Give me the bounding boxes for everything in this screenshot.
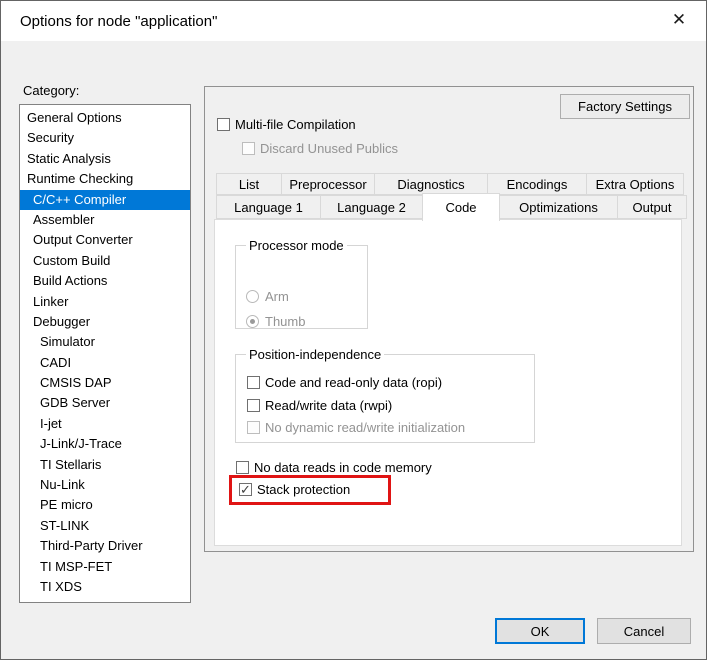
cancel-button[interactable]: Cancel bbox=[597, 618, 691, 644]
ok-button-label: OK bbox=[531, 624, 550, 639]
tab[interactable]: Code bbox=[422, 193, 500, 221]
category-label: Category: bbox=[23, 83, 79, 98]
options-dialog: Options for node "application" ✕ Categor… bbox=[0, 0, 707, 660]
category-list-item[interactable]: TI Stellaris bbox=[20, 455, 190, 475]
stack-protection-label: Stack protection bbox=[257, 482, 350, 497]
radio-icon bbox=[246, 290, 259, 303]
tab[interactable]: Extra Options bbox=[586, 173, 684, 195]
category-list-item[interactable]: Nu-Link bbox=[20, 475, 190, 495]
position-independence-group-label: Position-independence bbox=[246, 347, 384, 362]
no-data-reads-checkbox[interactable]: No data reads in code memory bbox=[236, 459, 432, 475]
factory-settings-button[interactable]: Factory Settings bbox=[560, 94, 690, 119]
radio-label: Thumb bbox=[265, 314, 305, 329]
no-data-reads-label: No data reads in code memory bbox=[254, 460, 432, 475]
checkbox-icon[interactable] bbox=[239, 483, 252, 496]
checkbox-icon[interactable] bbox=[236, 461, 249, 474]
category-list-item[interactable]: General Options bbox=[20, 108, 190, 128]
title-bar: Options for node "application" ✕ bbox=[1, 1, 706, 41]
processor-mode-group-label: Processor mode bbox=[246, 238, 347, 253]
position-independence-checkbox[interactable]: No dynamic read/write initialization bbox=[247, 419, 465, 435]
checkbox-label: Read/write data (rwpi) bbox=[265, 398, 392, 413]
category-listbox[interactable]: General OptionsSecurityStatic AnalysisRu… bbox=[19, 104, 191, 603]
tab-row-2: Language 1Language 2CodeOptimizationsOut… bbox=[216, 195, 687, 219]
category-list-item[interactable]: Third-Party Driver bbox=[20, 536, 190, 556]
checkbox-icon bbox=[242, 142, 255, 155]
multi-file-compilation-checkbox[interactable]: Multi-file Compilation bbox=[217, 116, 356, 132]
discard-unused-publics-checkbox: Discard Unused Publics bbox=[242, 140, 398, 156]
ok-button[interactable]: OK bbox=[495, 618, 585, 644]
category-list-item[interactable]: Static Analysis bbox=[20, 149, 190, 169]
category-list-item[interactable]: Simulator bbox=[20, 332, 190, 352]
category-list-item[interactable]: CADI bbox=[20, 353, 190, 373]
tab[interactable]: Language 1 bbox=[216, 195, 321, 219]
category-list-item[interactable]: Runtime Checking bbox=[20, 169, 190, 189]
checkbox-icon[interactable] bbox=[247, 376, 260, 389]
category-list-item[interactable]: Linker bbox=[20, 292, 190, 312]
dialog-title: Options for node "application" bbox=[1, 13, 217, 30]
radio-label: Arm bbox=[265, 289, 289, 304]
category-list-item[interactable]: Debugger bbox=[20, 312, 190, 332]
tab[interactable]: List bbox=[216, 173, 282, 195]
category-list-item[interactable]: Output Converter bbox=[20, 230, 190, 250]
checkbox-label: No dynamic read/write initialization bbox=[265, 420, 465, 435]
position-independence-checkbox[interactable]: Code and read-only data (ropi) bbox=[247, 374, 442, 390]
position-independence-checkbox[interactable]: Read/write data (rwpi) bbox=[247, 397, 392, 413]
category-list-item[interactable]: C/C++ Compiler bbox=[20, 190, 190, 210]
tab[interactable]: Encodings bbox=[487, 173, 587, 195]
close-icon[interactable]: ✕ bbox=[660, 3, 698, 37]
category-list-item[interactable]: J-Link/J-Trace bbox=[20, 434, 190, 454]
stack-protection-checkbox[interactable]: Stack protection bbox=[239, 481, 350, 497]
category-list-item[interactable]: TI XDS bbox=[20, 577, 190, 597]
checkbox-icon[interactable] bbox=[247, 421, 260, 434]
multi-file-compilation-label: Multi-file Compilation bbox=[235, 117, 356, 132]
tab[interactable]: Output bbox=[617, 195, 687, 219]
tab[interactable]: Preprocessor bbox=[281, 173, 375, 195]
processor-mode-radio: Arm bbox=[246, 288, 289, 304]
category-list-item[interactable]: I-jet bbox=[20, 414, 190, 434]
discard-unused-publics-label: Discard Unused Publics bbox=[260, 141, 398, 156]
category-list-item[interactable]: PE micro bbox=[20, 495, 190, 515]
checkbox-icon[interactable] bbox=[247, 399, 260, 412]
checkbox-icon[interactable] bbox=[217, 118, 230, 131]
category-list-item[interactable]: Build Actions bbox=[20, 271, 190, 291]
processor-mode-group: Processor mode Arm Thumb bbox=[235, 245, 368, 329]
category-list-item[interactable]: Security bbox=[20, 128, 190, 148]
cancel-button-label: Cancel bbox=[624, 624, 664, 639]
category-list-item[interactable]: CMSIS DAP bbox=[20, 373, 190, 393]
category-list-item[interactable]: Custom Build bbox=[20, 251, 190, 271]
processor-mode-radio: Thumb bbox=[246, 313, 305, 329]
code-tab-page: Processor mode Arm Thumb Position-indepe… bbox=[214, 219, 682, 546]
position-independence-group: Position-independence Code and read-only… bbox=[235, 354, 535, 443]
factory-settings-label: Factory Settings bbox=[578, 99, 672, 114]
checkbox-label: Code and read-only data (ropi) bbox=[265, 375, 442, 390]
tab-row-1: ListPreprocessorDiagnosticsEncodingsExtr… bbox=[216, 173, 684, 195]
radio-icon bbox=[246, 315, 259, 328]
category-list-item[interactable]: GDB Server bbox=[20, 393, 190, 413]
tab[interactable]: Diagnostics bbox=[374, 173, 488, 195]
category-list-item[interactable]: ST-LINK bbox=[20, 516, 190, 536]
category-list-item[interactable]: Assembler bbox=[20, 210, 190, 230]
tab[interactable]: Language 2 bbox=[320, 195, 423, 219]
tab[interactable]: Optimizations bbox=[499, 195, 618, 219]
category-list-item[interactable]: TI MSP-FET bbox=[20, 557, 190, 577]
